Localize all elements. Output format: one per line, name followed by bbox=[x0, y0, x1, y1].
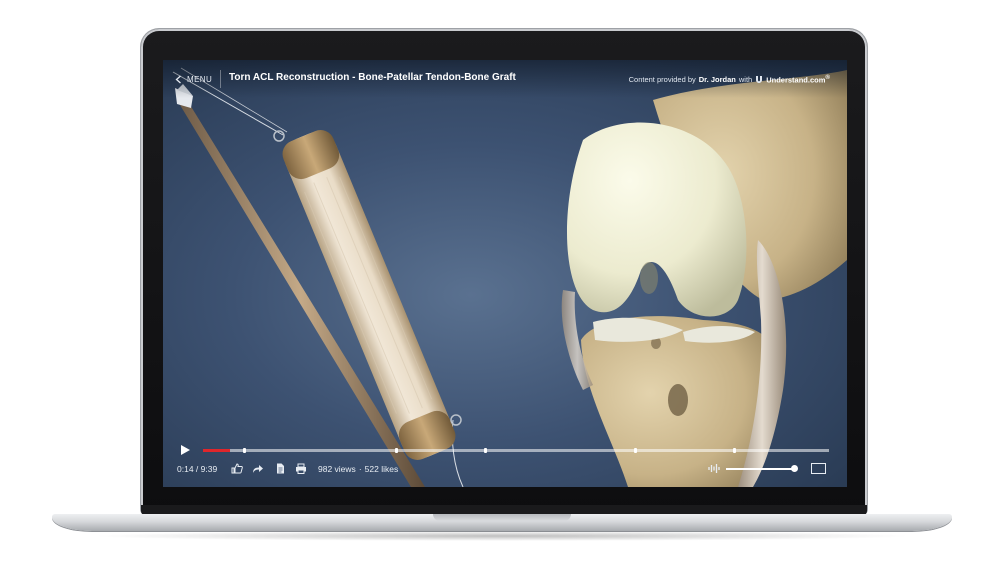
play-icon[interactable] bbox=[179, 444, 191, 456]
credit-prefix: Content provided by bbox=[628, 74, 696, 84]
content-credit: Content provided by Dr. Jordan with Unde… bbox=[629, 74, 830, 85]
laptop-shadow bbox=[90, 531, 914, 541]
divider bbox=[220, 70, 221, 88]
player-controls: 0:14 / 9:39 982 views · 522 likes bbox=[163, 434, 847, 487]
laptop-base-notch bbox=[433, 514, 571, 521]
likes-count: 522 likes bbox=[364, 464, 399, 474]
menu-button[interactable]: MENU bbox=[175, 72, 212, 86]
print-icon[interactable] bbox=[295, 463, 307, 474]
menu-label: MENU bbox=[187, 74, 213, 84]
thumbs-up-icon[interactable] bbox=[231, 463, 243, 474]
brand-name: Understand.com bbox=[766, 75, 826, 85]
chapter-marker[interactable] bbox=[484, 448, 488, 453]
timecode: 0:14 / 9:39 bbox=[177, 464, 217, 474]
credit-author: Dr. Jordan bbox=[698, 74, 736, 84]
chapter-marker[interactable] bbox=[732, 448, 736, 453]
audio-waveform-icon[interactable] bbox=[708, 463, 720, 474]
chapter-marker[interactable] bbox=[394, 448, 398, 453]
video-player[interactable]: MENU Torn ACL Reconstruction - Bone-Pate… bbox=[163, 60, 847, 487]
video-title: Torn ACL Reconstruction - Bone-Patellar … bbox=[229, 72, 516, 83]
video-stats: 982 views · 522 likes bbox=[318, 464, 398, 474]
volume-handle[interactable] bbox=[791, 465, 798, 472]
stats-dot: · bbox=[358, 464, 362, 474]
brand-link[interactable]: Understand.com® bbox=[766, 74, 830, 85]
share-icon[interactable] bbox=[252, 463, 264, 474]
duration: 9:39 bbox=[200, 464, 218, 474]
brand-mark: ® bbox=[825, 74, 830, 81]
fullscreen-icon[interactable] bbox=[811, 463, 826, 474]
progress-bar[interactable] bbox=[203, 448, 829, 453]
chevron-left-icon bbox=[175, 75, 181, 83]
video-frame bbox=[172, 67, 847, 487]
current-time: 0:14 bbox=[177, 464, 194, 474]
understand-logo-icon bbox=[756, 75, 763, 83]
progress-fill bbox=[203, 449, 230, 452]
volume-slider[interactable] bbox=[726, 465, 798, 472]
time-separator: / bbox=[193, 464, 201, 474]
credit-with: with bbox=[738, 74, 753, 84]
chapter-marker[interactable] bbox=[243, 448, 247, 453]
document-icon[interactable] bbox=[274, 463, 286, 474]
views-count: 982 views bbox=[318, 464, 356, 474]
chapter-marker[interactable] bbox=[633, 448, 637, 453]
